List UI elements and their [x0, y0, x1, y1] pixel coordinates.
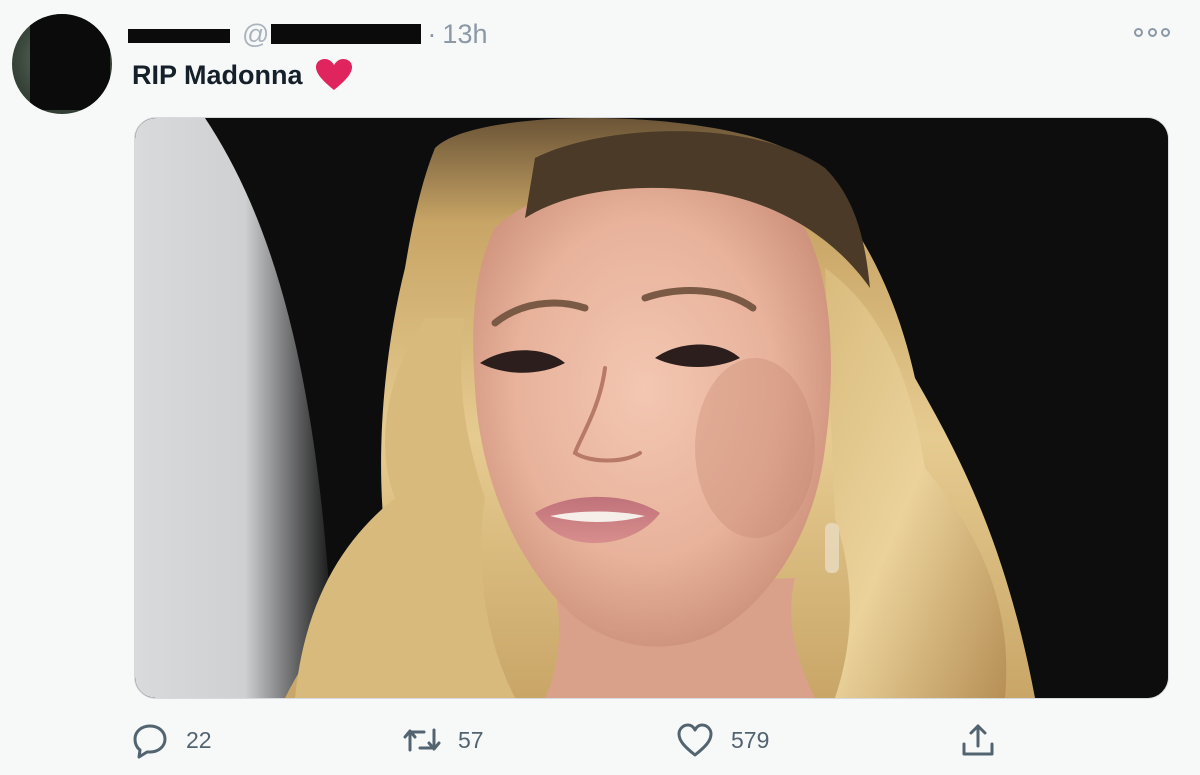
like-button[interactable]: 579	[675, 715, 769, 765]
reply-button[interactable]: 22	[130, 715, 212, 765]
share-icon	[962, 724, 994, 756]
tweet[interactable]: @ · 13h RIP Madonna 22 57 579	[0, 0, 1200, 775]
user-handle[interactable]: @	[242, 19, 427, 50]
tweet-actions: 22 57 579	[130, 715, 1010, 765]
retweet-icon	[403, 728, 441, 752]
reply-icon	[133, 724, 167, 759]
handle-at-sign: @	[242, 18, 270, 49]
portrait-photo	[135, 118, 1168, 698]
more-horizontal-icon[interactable]	[1134, 22, 1170, 42]
separator-dot: ·	[427, 18, 437, 49]
share-button[interactable]	[958, 715, 1014, 765]
retweet-count: 57	[458, 726, 484, 753]
tweet-header: @ · 13h	[128, 14, 487, 54]
timestamp[interactable]: 13h	[442, 19, 487, 50]
display-name-redaction[interactable]	[128, 29, 230, 43]
retweet-button[interactable]: 57	[402, 715, 484, 765]
avatar[interactable]	[12, 14, 112, 114]
tweet-text: RIP Madonna	[132, 58, 353, 92]
tweet-text-content: RIP Madonna	[132, 59, 303, 90]
like-count: 579	[731, 726, 770, 753]
tweet-media-photo[interactable]	[134, 117, 1169, 699]
red-heart-emoji-icon	[315, 59, 352, 90]
like-icon	[677, 723, 713, 757]
reply-count: 22	[186, 726, 212, 753]
avatar-redaction	[30, 14, 110, 110]
handle-redaction	[271, 24, 422, 44]
